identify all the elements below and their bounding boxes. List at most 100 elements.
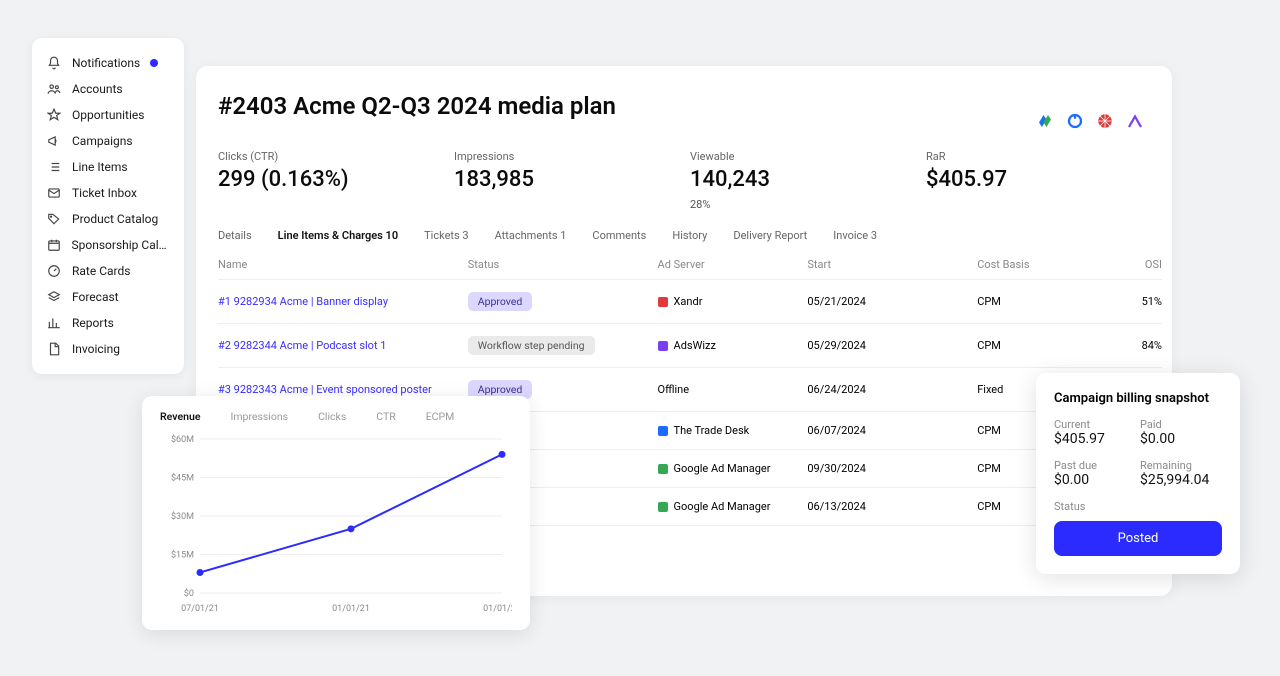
sidebar-item-label: Opportunities [72, 108, 144, 122]
cell-ad-server: The Trade Desk [658, 424, 808, 437]
svg-text:07/01/21: 07/01/21 [181, 604, 219, 614]
inbox-icon [46, 185, 62, 201]
billing-status-label: Status [1054, 500, 1136, 513]
svg-text:01/01/21: 01/01/21 [332, 604, 370, 614]
status-badge: Workflow step pending [468, 336, 595, 355]
sidebar: Notifications Accounts Opportunities Cam… [32, 38, 184, 374]
integration-icons [1036, 112, 1144, 130]
revenue-line-chart: $0$15M$30M$45M$60M07/01/2101/01/2101/01/… [160, 433, 512, 619]
sidebar-item-rate-cards[interactable]: Rate Cards [32, 258, 184, 284]
metric-label: RaR [926, 150, 1162, 163]
billing-current-value: $405.97 [1054, 431, 1136, 447]
col-server: Ad Server [658, 258, 808, 271]
ad-server-name: Offline [658, 383, 690, 396]
revenue-chart-card: Revenue Impressions Clicks CTR ECPM $0 $1… [142, 396, 530, 630]
tab-tickets[interactable]: Tickets 3 [424, 229, 468, 242]
integration-icon[interactable] [1066, 112, 1084, 130]
sidebar-item-label: Accounts [72, 82, 123, 96]
megaphone-icon [46, 133, 62, 149]
tab-history[interactable]: History [672, 229, 707, 242]
cell-cost-basis: CPM [977, 339, 1122, 352]
metric-value: 299 (0.163%) [218, 167, 454, 192]
sidebar-item-label: Rate Cards [72, 264, 130, 278]
metric-label: Impressions [454, 150, 690, 163]
metric-label: Clicks (CTR) [218, 150, 454, 163]
billing-title: Campaign billing snapshot [1054, 391, 1222, 406]
sidebar-item-label: Ticket Inbox [72, 186, 137, 200]
sidebar-item-label: Sponsorship Cale… [72, 238, 170, 252]
cell-cost-basis: CPM [977, 295, 1122, 308]
chart-tab-impressions[interactable]: Impressions [230, 410, 288, 423]
svg-text:$15M: $15M [171, 550, 194, 561]
metrics-row: Clicks (CTR) 299 (0.163%) Impressions 18… [218, 150, 1162, 211]
tab-comments[interactable]: Comments [592, 229, 646, 242]
bell-icon [46, 55, 62, 71]
sidebar-item-accounts[interactable]: Accounts [32, 76, 184, 102]
cell-osi: 51% [1122, 295, 1162, 308]
chart-tab-ecpm[interactable]: ECPM [426, 410, 455, 423]
sidebar-item-product-catalog[interactable]: Product Catalog [32, 206, 184, 232]
ad-server-name: AdsWizz [674, 339, 716, 352]
sidebar-item-forecast[interactable]: Forecast [32, 284, 184, 310]
sidebar-item-opportunities[interactable]: Opportunities [32, 102, 184, 128]
sidebar-item-sponsorship-calendar[interactable]: Sponsorship Cale… [32, 232, 184, 258]
chart-tab-ctr[interactable]: CTR [376, 410, 395, 423]
metric-viewable: Viewable 140,243 28% [690, 150, 926, 211]
ad-server-icon [658, 426, 668, 436]
tab-attachments[interactable]: Attachments 1 [495, 229, 567, 242]
cell-name[interactable]: #1 9282934 Acme | Banner display [218, 295, 468, 308]
cell-ad-server: AdsWizz [658, 339, 808, 352]
col-start: Start [807, 258, 977, 271]
metric-impressions: Impressions 183,985 [454, 150, 690, 211]
cell-start: 06/13/2024 [807, 500, 977, 513]
col-osi: OSI [1122, 258, 1162, 271]
svg-text:$60M: $60M [171, 434, 194, 445]
ad-server-icon [658, 341, 668, 351]
tab-line-items[interactable]: Line Items & Charges 10 [278, 229, 398, 242]
cell-name[interactable]: #3 9282343 Acme | Event sponsored poster [218, 383, 468, 396]
sidebar-item-reports[interactable]: Reports [32, 310, 184, 336]
cell-name[interactable]: #2 9282344 Acme | Podcast slot 1 [218, 339, 468, 352]
tab-invoice[interactable]: Invoice 3 [833, 229, 877, 242]
col-status: Status [468, 258, 658, 271]
tab-details[interactable]: Details [218, 229, 252, 242]
metric-value: 183,985 [454, 167, 690, 192]
tabs: Details Line Items & Charges 10 Tickets … [218, 229, 1162, 242]
cell-ad-server: Google Ad Manager [658, 500, 808, 513]
tag-icon [46, 211, 62, 227]
sidebar-item-label: Product Catalog [72, 212, 158, 226]
posted-button[interactable]: Posted [1054, 521, 1222, 556]
billing-pastdue-value: $0.00 [1054, 472, 1136, 488]
cell-start: 05/29/2024 [807, 339, 977, 352]
chart-tab-clicks[interactable]: Clicks [318, 410, 346, 423]
billing-paid-value: $0.00 [1140, 431, 1222, 447]
tab-delivery-report[interactable]: Delivery Report [733, 229, 807, 242]
metric-clicks: Clicks (CTR) 299 (0.163%) [218, 150, 454, 211]
integration-icon[interactable] [1126, 112, 1144, 130]
cell-ad-server: Xandr [658, 295, 808, 308]
svg-text:01/01/21: 01/01/21 [483, 604, 512, 614]
chart-tab-revenue[interactable]: Revenue [160, 410, 200, 423]
sidebar-item-campaigns[interactable]: Campaigns [32, 128, 184, 154]
sidebar-item-ticket-inbox[interactable]: Ticket Inbox [32, 180, 184, 206]
ad-server-name: The Trade Desk [674, 424, 750, 437]
chart-tabs: Revenue Impressions Clicks CTR ECPM [160, 410, 512, 423]
sidebar-item-notifications[interactable]: Notifications [32, 50, 184, 76]
sidebar-item-line-items[interactable]: Line Items [32, 154, 184, 180]
cell-start: 09/30/2024 [807, 462, 977, 475]
svg-text:$0: $0 [184, 588, 194, 599]
cell-osi: 84% [1122, 339, 1162, 352]
svg-text:$45M: $45M [171, 473, 194, 484]
metric-value: $405.97 [926, 167, 1162, 192]
integration-icon[interactable] [1096, 112, 1114, 130]
sidebar-item-label: Forecast [72, 290, 119, 304]
metric-value: 140,243 [690, 167, 926, 192]
sidebar-item-invoicing[interactable]: Invoicing [32, 336, 184, 362]
sidebar-item-label: Invoicing [72, 342, 120, 356]
cell-ad-server: Offline [658, 383, 808, 396]
integration-icon[interactable] [1036, 112, 1054, 130]
billing-remaining-value: $25,994.04 [1140, 472, 1222, 488]
ad-server-icon [658, 297, 668, 307]
sidebar-item-label: Campaigns [72, 134, 133, 148]
billing-paid-label: Paid [1140, 418, 1222, 431]
